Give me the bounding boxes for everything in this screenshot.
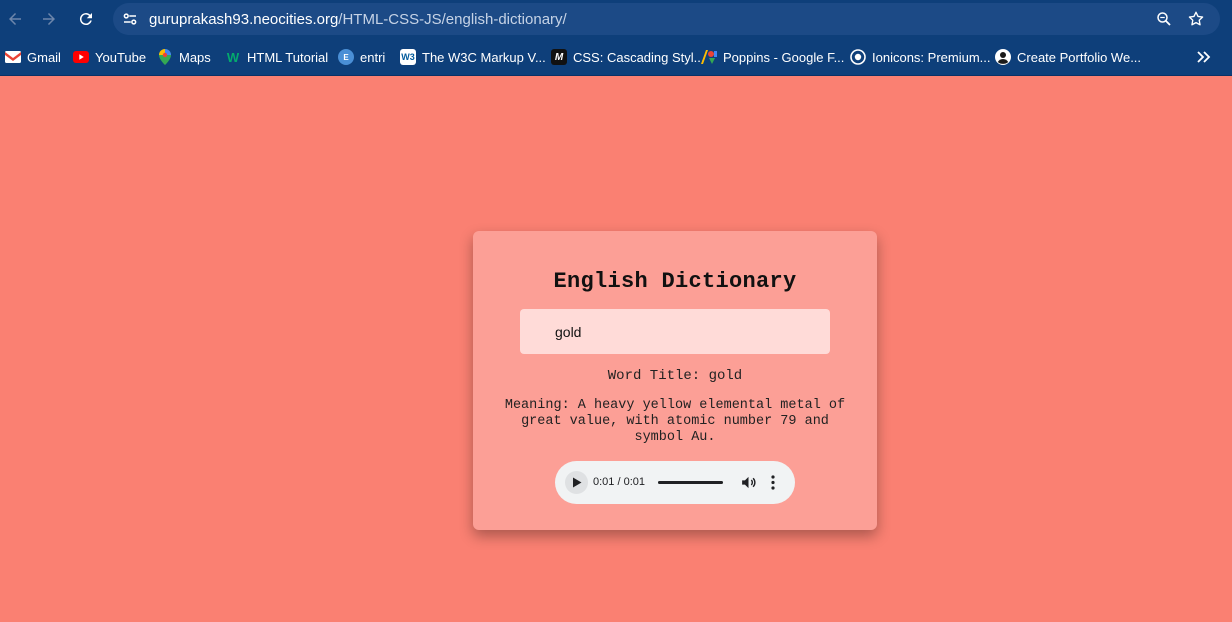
ionicons-icon [850,49,866,65]
bookmark-label: HTML Tutorial [247,49,329,65]
bookmark-label: The W3C Markup V... [422,49,546,65]
google-fonts-icon [701,49,717,65]
dictionary-card: English Dictionary Word Title: gold Mean… [473,231,877,530]
play-icon [572,477,581,488]
bookmark-label: CSS: Cascading Styl... [573,49,705,65]
bookmark-portfolio[interactable]: Create Portfolio We... [995,48,1141,66]
bookmark-youtube[interactable]: YouTube [73,48,146,66]
bookmark-label: Maps [179,49,211,65]
bookmark-maps[interactable]: Maps [157,48,211,66]
zoom-icon[interactable] [1155,10,1173,28]
bookmark-ionicons[interactable]: Ionicons: Premium... [850,48,991,66]
url-path: /HTML-CSS-JS/english-dictionary/ [338,11,567,28]
site-settings-icon[interactable] [121,10,139,28]
play-button[interactable] [565,471,588,494]
maps-icon [157,49,173,65]
forward-button[interactable] [37,7,61,31]
back-button[interactable] [3,7,27,31]
audio-player: 0:01 / 0:01 [555,461,795,504]
w3schools-icon: W [226,49,240,65]
word-title: Word Title: gold [607,368,743,384]
address-bar[interactable]: guruprakash93.neocities.org/HTML-CSS-JS/… [113,3,1220,35]
portfolio-icon [995,49,1011,65]
youtube-icon [73,49,89,65]
mdn-icon: M [551,49,567,65]
bookmark-label: Poppins - Google F... [723,49,845,65]
reload-button[interactable] [74,7,98,31]
bookmark-gmail[interactable]: Gmail [5,48,61,66]
reload-icon [79,13,92,26]
gmail-icon [5,49,21,65]
bookmark-label: YouTube [95,49,147,65]
arrow-left-icon [9,13,21,25]
bookmark-label: Gmail [27,49,61,65]
app-title: English Dictionary [553,269,797,294]
volume-icon[interactable] [740,474,757,491]
audio-progress-bar[interactable] [658,481,723,484]
bookmarks-bar: Gmail YouTube Maps W HTML Tutorial E ent… [0,38,1232,76]
audio-progress-fill [658,481,723,484]
entri-icon: E [338,49,354,65]
bookmark-label: Ionicons: Premium... [872,49,991,65]
audio-time: 0:01 / 0:01 [593,476,645,488]
url-text[interactable]: guruprakash93.neocities.org/HTML-CSS-JS/… [149,11,567,28]
bookmark-w3c[interactable]: W3 The W3C Markup V... [400,48,546,66]
bookmark-poppins[interactable]: Poppins - Google F... [701,48,844,66]
bookmark-css-mdn[interactable]: M CSS: Cascading Styl... [551,48,705,66]
browser-toolbar: guruprakash93.neocities.org/HTML-CSS-JS/… [0,0,1232,38]
bookmark-html-tutorial[interactable]: W HTML Tutorial [225,48,328,66]
meaning-text: Meaning: A heavy yellow elemental metal … [504,398,846,445]
bookmark-label: Create Portfolio We... [1017,49,1142,65]
bookmark-label: entri [360,49,386,65]
more-options-icon[interactable] [766,474,780,491]
url-host: guruprakash93.neocities.org [149,11,339,28]
chevron-double-right-icon[interactable] [1194,47,1214,67]
arrow-right-icon [43,13,55,25]
w3c-icon: W3 [400,49,416,65]
search-input[interactable] [520,309,830,354]
bookmark-star-icon[interactable] [1187,10,1205,28]
bookmark-entri[interactable]: E entri [338,48,385,66]
